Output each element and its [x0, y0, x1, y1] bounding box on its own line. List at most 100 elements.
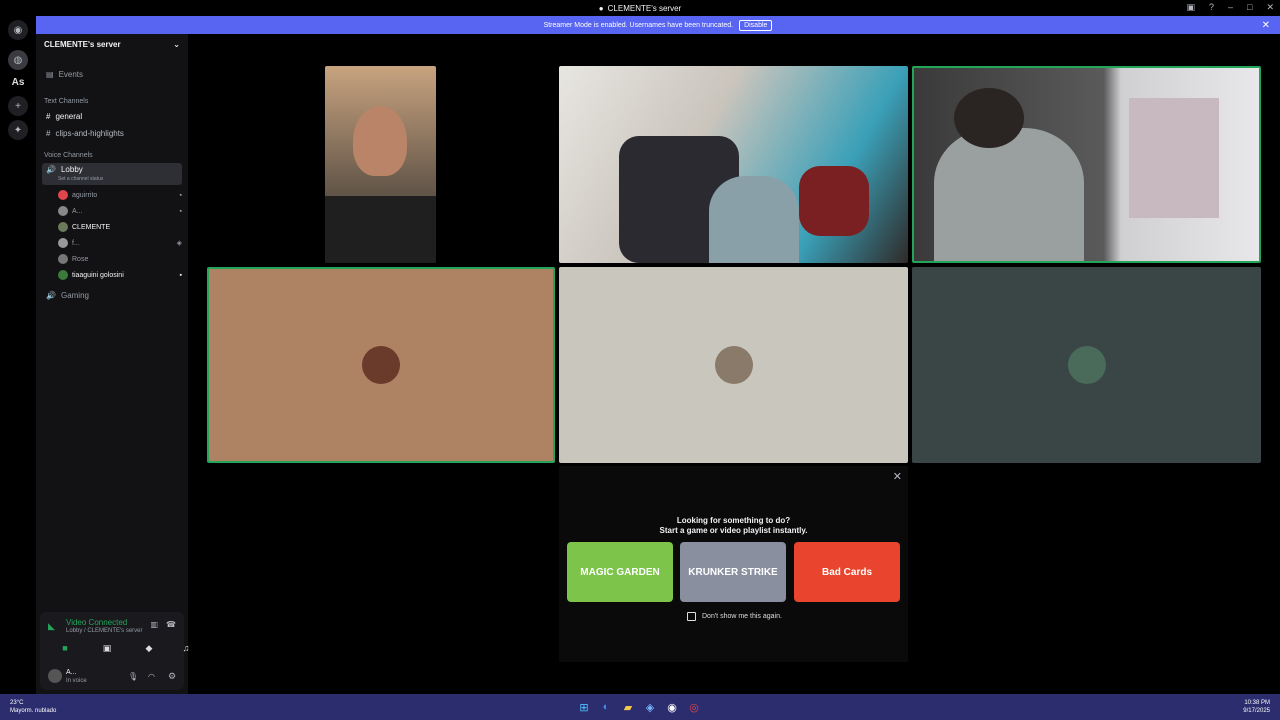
inbox-icon[interactable]: ▣: [1186, 2, 1195, 13]
noise-icon[interactable]: ▥: [150, 620, 158, 629]
voice-channel-gaming[interactable]: 🔊 Gaming: [42, 287, 182, 303]
server-header[interactable]: CLEMENTE's server ⌄: [36, 34, 188, 58]
prompt-text: Looking for something to do? Start a gam…: [559, 516, 908, 536]
speaker-icon: 🔊: [46, 165, 56, 174]
screen-share-button[interactable]: ▣: [92, 640, 122, 656]
add-server-icon[interactable]: +: [8, 96, 28, 116]
channel-name: clips-and-highlights: [55, 128, 124, 138]
clock-date: 9/17/2025: [1243, 708, 1270, 714]
person: [709, 176, 799, 263]
game-card-bad-cards[interactable]: Bad Cards: [794, 542, 900, 602]
maximize-icon[interactable]: □: [1247, 2, 1252, 13]
streamer-mode-banner: Streamer Mode is enabled. Usernames have…: [36, 16, 1280, 34]
voice-user-name: Rose: [72, 255, 89, 263]
soundboard-button[interactable]: ♫: [176, 640, 196, 656]
voice-user[interactable]: aguirrito ▪: [58, 188, 182, 202]
voice-user[interactable]: tiaaguini golosini ▪: [58, 268, 182, 282]
server-icon[interactable]: ◍: [8, 50, 28, 70]
signal-icon[interactable]: ◣: [48, 621, 55, 632]
close-window-icon[interactable]: ✕: [1266, 2, 1274, 13]
video-tile-camera[interactable]: [559, 66, 908, 263]
discord-icon[interactable]: ◉: [8, 20, 28, 40]
settings-icon[interactable]: ⚙: [168, 671, 176, 682]
voice-user-name: f...: [72, 239, 80, 247]
weather-desc: Mayorm. nublado: [10, 708, 57, 714]
camera-button[interactable]: ■: [50, 640, 80, 656]
speaker-icon: 🔊: [46, 290, 56, 300]
channel-name: Lobby: [60, 165, 83, 174]
hash-icon: #: [46, 111, 51, 121]
voice-user[interactable]: CLEMENTE: [58, 220, 182, 234]
voice-channel-path[interactable]: Lobby / CLEMENTE's server: [66, 628, 143, 634]
video-tile-camera[interactable]: [325, 66, 436, 263]
voice-category[interactable]: Voice Channels: [44, 152, 93, 159]
game-card-magic-garden[interactable]: MAGIC GARDEN: [567, 542, 673, 602]
game-title: MAGIC GARDEN: [580, 566, 660, 578]
avatar[interactable]: [48, 669, 62, 683]
channel-sidebar: CLEMENTE's server ⌄ ▤ Events Text Channe…: [36, 34, 189, 694]
discord-taskbar-icon[interactable]: ◉: [664, 699, 680, 715]
chrome-icon[interactable]: ◎: [686, 699, 702, 715]
clock[interactable]: 10:38 PM 9/17/2025: [1243, 699, 1270, 715]
clock-time: 10:38 PM: [1244, 700, 1270, 706]
blanket: [799, 166, 869, 236]
person-hair: [954, 88, 1024, 148]
dont-show-checkbox[interactable]: Don't show me this again.: [687, 612, 782, 621]
camera-icon: ▪: [179, 191, 182, 199]
avatar: [58, 254, 68, 264]
minimize-icon[interactable]: –: [1228, 2, 1233, 13]
channel-clips[interactable]: # clips-and-highlights: [42, 125, 182, 141]
user-status: In voice: [66, 678, 87, 684]
channel-status[interactable]: Set a channel status: [58, 176, 103, 182]
checkbox-box[interactable]: [687, 612, 696, 621]
discover-icon[interactable]: ✦: [8, 120, 28, 140]
channel-name: general: [55, 111, 83, 121]
disconnect-icon[interactable]: ☎: [166, 620, 176, 629]
channel-name: Gaming: [60, 290, 89, 300]
server-rail: ◉ ◍ As + ✦: [0, 16, 36, 694]
close-banner-icon[interactable]: ✕: [1262, 20, 1270, 31]
chevron-down-icon: ⌄: [173, 40, 180, 49]
game-title: KRUNKER STRIKE: [688, 566, 778, 578]
events-item[interactable]: ▤ Events: [42, 66, 182, 82]
weather-temp: 23°C: [10, 700, 24, 706]
voice-user[interactable]: A... ▪: [58, 204, 182, 218]
activity-button[interactable]: ◆: [134, 640, 164, 656]
disable-button[interactable]: Disable: [739, 19, 773, 31]
voice-user[interactable]: f... ◈: [58, 236, 182, 250]
banner-text: Streamer Mode is enabled. Usernames have…: [543, 21, 734, 29]
video-tile-avatar[interactable]: [559, 267, 908, 463]
voice-user[interactable]: Rose: [58, 252, 182, 266]
headphones-icon[interactable]: ◠: [148, 672, 155, 681]
avatar: [362, 346, 400, 384]
mic-icon[interactable]: 🎙: [128, 672, 138, 681]
folder-icon[interactable]: ▰: [620, 699, 636, 715]
voice-panel: ◣ Video Connected Lobby / CLEMENTE's ser…: [40, 612, 189, 690]
weather-widget[interactable]: 23°C Mayorm. nublado: [10, 699, 56, 715]
hash-icon: #: [46, 128, 51, 138]
store-icon[interactable]: ◈: [642, 699, 658, 715]
game-title: Bad Cards: [821, 566, 872, 578]
windows-start-icon[interactable]: ⊞: [576, 699, 592, 715]
user-name[interactable]: A...: [66, 669, 77, 676]
help-icon[interactable]: ?: [1209, 2, 1214, 13]
activity-prompt: ✕ Looking for something to do? Start a g…: [559, 466, 908, 662]
text-category[interactable]: Text Channels: [44, 98, 88, 105]
edge-icon[interactable]: ◐: [598, 699, 614, 715]
avatar: [1067, 346, 1106, 384]
video-tile-camera-speaking[interactable]: [912, 66, 1261, 263]
video-tile-avatar[interactable]: [912, 267, 1261, 463]
window-controls: ▣ ? – □ ✕: [1186, 2, 1274, 13]
camera-icon: ▪: [179, 207, 182, 215]
server-as[interactable]: As: [8, 72, 28, 92]
activity-icon: ◈: [176, 240, 182, 247]
os-taskbar: 23°C Mayorm. nublado ⊞ ◐ ▰ ◈ ◉ ◎ 10:38 P…: [0, 694, 1280, 720]
person: [934, 128, 1084, 261]
close-prompt-icon[interactable]: ✕: [893, 470, 902, 483]
video-tile-avatar-speaking[interactable]: [207, 267, 555, 463]
window-titlebar: ● CLEMENTE's server ▣ ? – □ ✕: [0, 0, 1280, 16]
game-card-krunker-strike[interactable]: KRUNKER STRIKE: [680, 542, 786, 602]
voice-status[interactable]: Video Connected: [66, 618, 127, 627]
avatar: [58, 238, 68, 248]
channel-general[interactable]: # general: [42, 108, 182, 124]
